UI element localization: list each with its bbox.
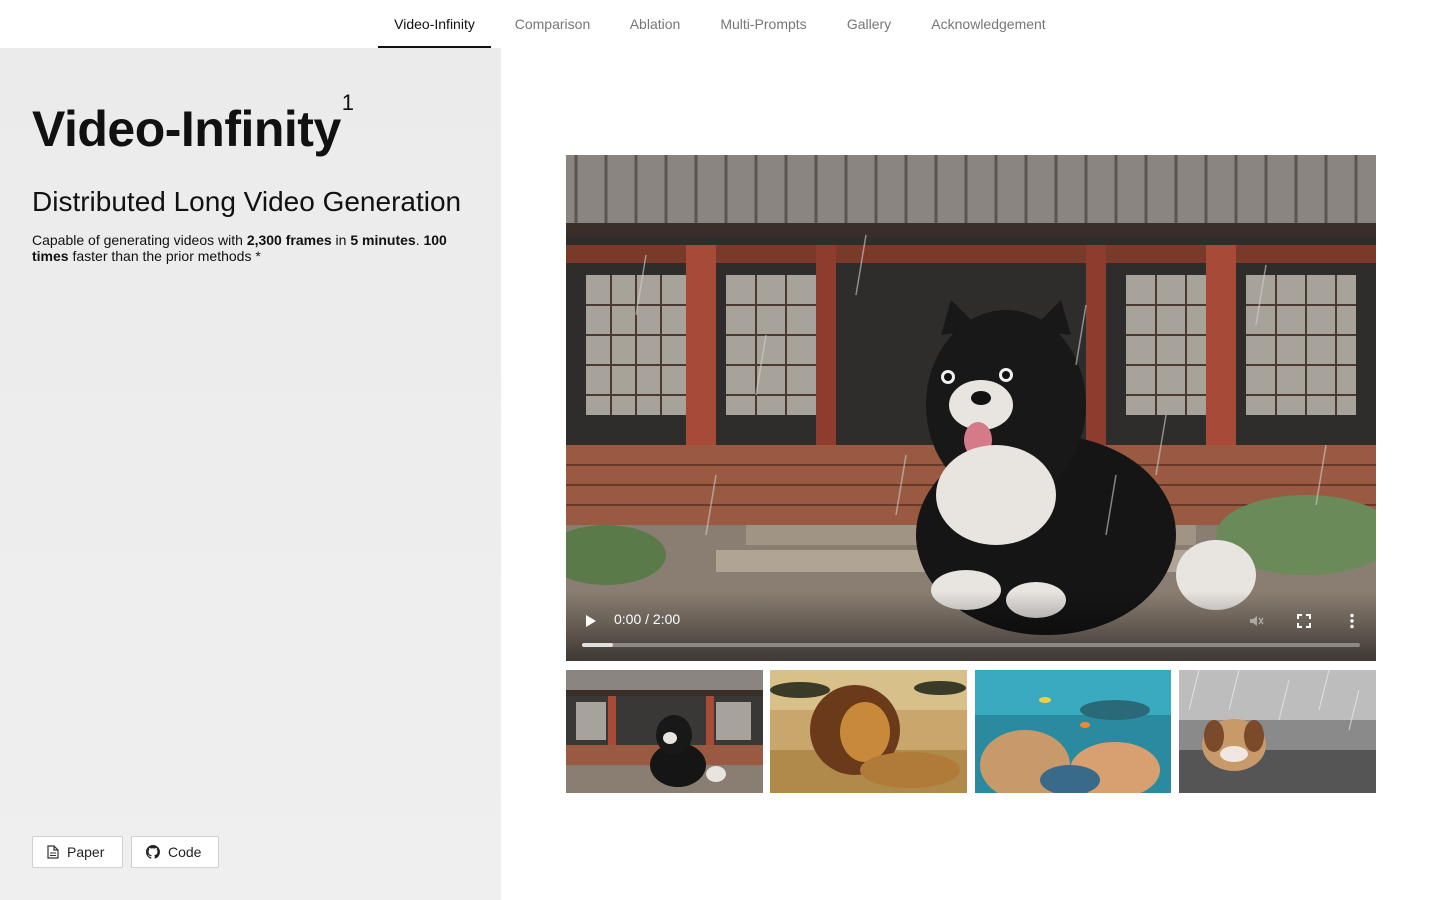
desc-part: faster than the prior methods *	[68, 248, 261, 264]
lion-image	[770, 670, 967, 793]
top-nav: Video-Infinity Comparison Ablation Multi…	[0, 0, 1440, 48]
more-vert-icon[interactable]	[1344, 613, 1360, 629]
paper-button-label: Paper	[67, 844, 105, 860]
thumbnail-puppy-rain[interactable]	[1179, 670, 1376, 793]
tab-ablation[interactable]: Ablation	[614, 0, 696, 48]
video-progress-fill	[582, 643, 614, 647]
desc-highlight-minutes: 5 minutes	[350, 232, 416, 248]
hero-description: Capable of generating videos with 2,300 …	[32, 232, 472, 264]
coral-reef-image	[975, 670, 1171, 793]
desc-highlight-frames: 2,300 frames	[246, 232, 332, 248]
code-button-label: Code	[168, 844, 202, 860]
code-button[interactable]: Code	[131, 836, 219, 868]
desc-part: in	[331, 232, 351, 248]
page-title: Video-Infinity1	[32, 90, 354, 158]
tab-multi-prompts[interactable]: Multi-Prompts	[712, 0, 815, 48]
document-icon	[47, 845, 59, 859]
tab-comparison[interactable]: Comparison	[507, 0, 598, 48]
dog-temple-image	[566, 670, 763, 793]
tab-video-infinity[interactable]: Video-Infinity	[378, 0, 491, 48]
video-player[interactable]: 0:00 / 2:00	[566, 155, 1376, 661]
thumbnail-coral-reef[interactable]	[975, 670, 1172, 793]
thumbnail-lion[interactable]	[770, 670, 967, 793]
fullscreen-icon[interactable]	[1296, 613, 1312, 629]
tab-gallery[interactable]: Gallery	[831, 0, 907, 48]
video-controls: 0:00 / 2:00	[566, 591, 1376, 661]
video-progress-bar[interactable]	[582, 643, 1360, 647]
paper-button[interactable]: Paper	[32, 836, 123, 868]
play-icon[interactable]	[582, 613, 598, 629]
time-display: 0:00 / 2:00	[614, 611, 681, 627]
puppy-rain-image	[1179, 670, 1376, 793]
title-text: Video-Infinity	[32, 101, 341, 157]
hero-sidebar: Video-Infinity1 Distributed Long Video G…	[0, 48, 501, 900]
title-superscript: 1	[341, 90, 354, 115]
video-frame-dog-temple	[566, 155, 1376, 661]
thumbnail-dog-temple[interactable]	[566, 670, 763, 793]
volume-muted-icon[interactable]	[1248, 613, 1264, 629]
tab-acknowledgement[interactable]: Acknowledgement	[923, 0, 1054, 48]
github-icon	[146, 845, 160, 859]
desc-part: Capable of generating videos with	[32, 232, 247, 248]
page-subtitle: Distributed Long Video Generation	[32, 186, 462, 217]
